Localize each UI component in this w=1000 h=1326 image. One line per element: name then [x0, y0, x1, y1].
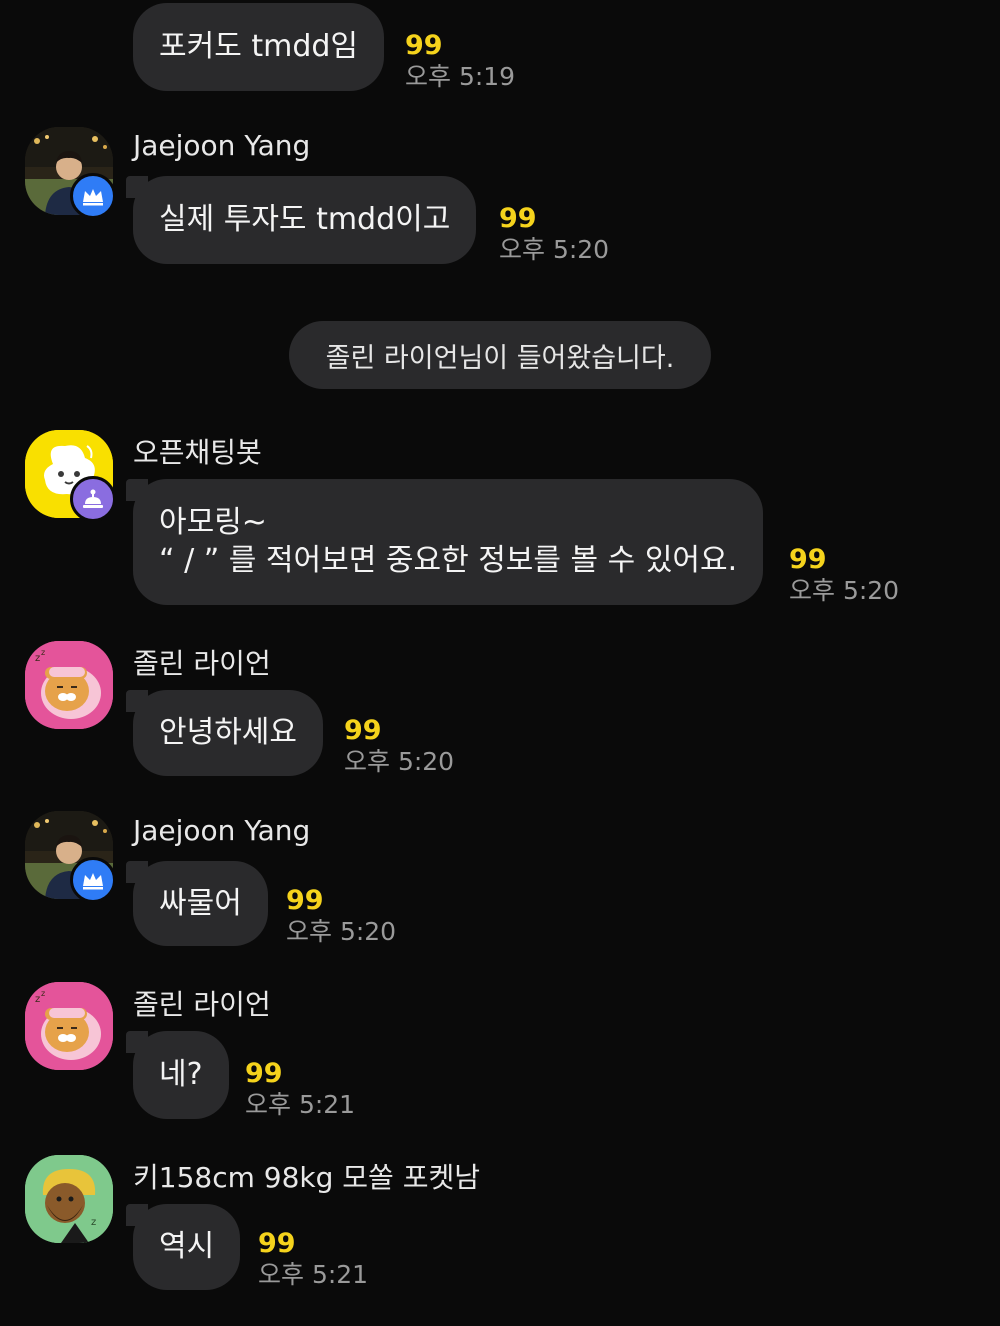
sender-name: Jaejoon Yang — [133, 814, 311, 847]
robot-icon — [70, 476, 116, 522]
crown-icon — [70, 173, 116, 219]
message-meta: 99 오후 5:21 — [258, 1229, 368, 1291]
message-bubble[interactable]: 실제 투자도 tmdd이고 — [125, 176, 477, 264]
sender-name: 졸린 라이언 — [133, 988, 271, 1021]
sleepy-ryan-avatar[interactable]: z z — [25, 982, 113, 1070]
message-text-line-2: “ / ” 를 적어보면 중요한 정보를 볼 수 있어요. — [159, 543, 738, 578]
message-meta: 99 오후 5:20 — [499, 204, 609, 266]
crown-icon — [70, 857, 116, 903]
unread-count: 99 — [499, 203, 537, 234]
sender-name: 오픈채팅봇 — [133, 436, 262, 469]
message-text: 포커도 tmdd임 — [159, 29, 359, 64]
message-text: 역시 — [159, 1229, 215, 1264]
timestamp: 오후 5:20 — [344, 747, 455, 776]
message-bubble[interactable]: 역시 — [125, 1204, 241, 1290]
svg-text:z: z — [35, 653, 40, 664]
sender-name: 졸린 라이언 — [133, 647, 271, 680]
timestamp: 오후 5:20 — [286, 917, 397, 946]
message-text-line-1: 아모링~ — [159, 505, 267, 540]
message-bubble[interactable]: 네? — [126, 1031, 229, 1119]
svg-text:z: z — [41, 989, 45, 998]
timestamp: 오후 5:21 — [245, 1090, 356, 1119]
bearded-character-avatar[interactable]: z — [25, 1155, 113, 1243]
message-bubble[interactable]: 안녕하세요 — [126, 690, 323, 776]
message-text: 네? — [159, 1057, 203, 1092]
unread-count: 99 — [344, 715, 382, 746]
unread-count: 99 — [789, 544, 827, 575]
message-meta: 99 오후 5:20 — [286, 886, 396, 948]
message-bubble[interactable]: 포커도 tmdd임 — [133, 3, 385, 91]
sender-name: Jaejoon Yang — [133, 129, 311, 162]
message-text: 안녕하세요 — [159, 715, 297, 750]
message-meta: 99 오후 5:19 — [405, 31, 515, 93]
system-notice: 졸린 라이언님이 들어왔습니다. — [289, 321, 711, 389]
sleepy-ryan-avatar[interactable]: z z — [25, 641, 113, 729]
message-bubble[interactable]: 아모링~ “ / ” 를 적어보면 중요한 정보를 볼 수 있어요. — [125, 479, 764, 605]
message-meta: 99 오후 5:20 — [344, 716, 454, 778]
unread-count: 99 — [258, 1228, 296, 1259]
system-notice-text: 졸린 라이언님이 들어왔습니다. — [325, 342, 675, 374]
message-text: 싸물어 — [159, 885, 242, 921]
unread-count: 99 — [405, 30, 443, 61]
svg-text:z: z — [35, 994, 40, 1005]
message-text: 실제 투자도 tmdd이고 — [159, 202, 451, 237]
timestamp: 오후 5:19 — [405, 62, 516, 91]
timestamp: 오후 5:20 — [789, 576, 900, 605]
message-meta: 99 오후 5:20 — [789, 545, 899, 607]
svg-text:z: z — [41, 648, 45, 657]
unread-count: 99 — [245, 1058, 283, 1089]
unread-count: 99 — [286, 885, 324, 916]
timestamp: 오후 5:21 — [258, 1260, 369, 1289]
sender-name: 키158cm 98kg 모쏠 포켓남 — [133, 1161, 480, 1194]
message-bubble[interactable]: 싸물어 — [126, 861, 268, 946]
message-meta: 99 오후 5:21 — [245, 1059, 355, 1121]
svg-text:z: z — [91, 1217, 96, 1228]
timestamp: 오후 5:20 — [499, 235, 610, 264]
